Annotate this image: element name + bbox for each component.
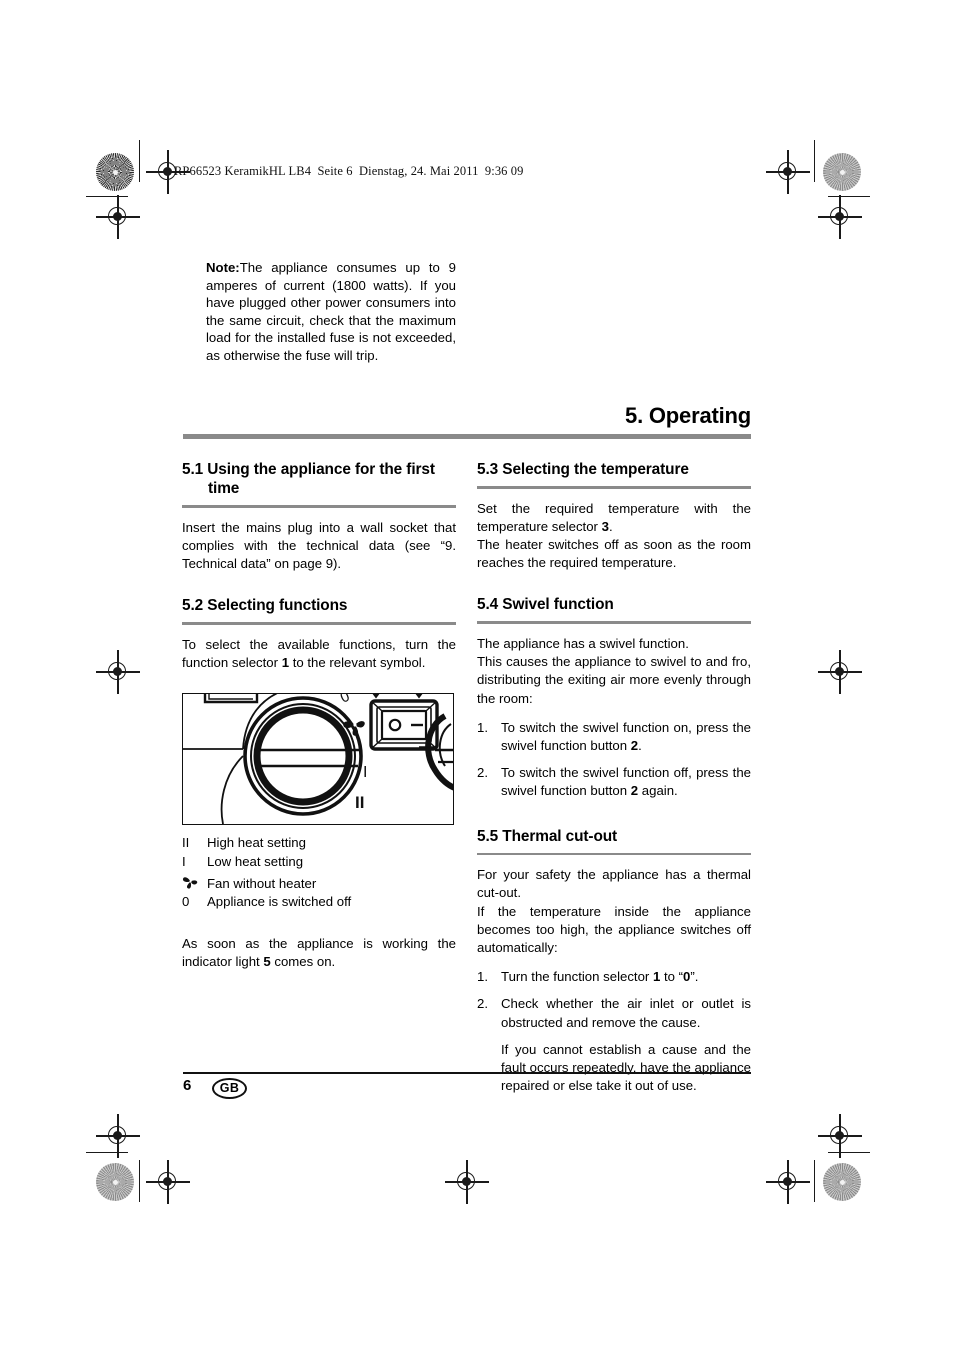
step-5-4-2-part2: again. <box>638 783 678 799</box>
step-5-5-trailing: If you cannot establish a cause and the … <box>477 1041 751 1096</box>
step-5-4-1-part2: . <box>638 738 642 754</box>
note-text: The appliance consumes up to 9 amperes o… <box>206 260 456 363</box>
section-5-2-closing-part2: comes on. <box>270 954 336 970</box>
section-5-2-number: 5.2 <box>182 597 204 615</box>
control-panel-figure: 0 I II <box>182 693 454 826</box>
section-5-3-p1: Set the required temperature with the te… <box>477 500 751 536</box>
indicator-light-ref: 5 <box>263 954 271 970</box>
page-content: Note:The appliance consumes up to 9 ampe… <box>0 0 954 1351</box>
section-5-2-intro-part2: to the relevant symbol. <box>289 655 426 670</box>
legend-text-fan: Fan without heater <box>207 876 317 892</box>
legend-text-high-heat: High heat setting <box>207 835 306 851</box>
language-badge: GB <box>212 1078 247 1099</box>
section-5-4-p1: The appliance has a swivel function. <box>477 636 689 651</box>
function-selector-ref: 1 <box>281 655 290 670</box>
section-5-3-p2: The heater switches off as soon as the r… <box>477 537 751 571</box>
section-heading-5-5: 5.5 Thermal cut-out <box>477 827 751 846</box>
section-5-4-title: Swivel function <box>502 596 614 614</box>
section-5-5-steps: 1. Turn the function selector 1 to “0”. 2… <box>477 968 751 1095</box>
temperature-selector-ref: 3 <box>601 518 609 534</box>
section-heading-5-4: 5.4 Swivel function <box>477 595 751 614</box>
section-5-3-p1-part2: . <box>608 518 613 534</box>
legend-item-low-heat: I Low heat setting <box>182 853 456 871</box>
footer-rule <box>183 1072 751 1075</box>
section-heading-5-1: 5.1 Using the appliance for the first ti… <box>182 460 456 498</box>
section-5-4-p2: This causes the appliance to swivel to a… <box>477 654 751 706</box>
step-5-5-2-number: 2. <box>477 996 488 1012</box>
legend-key-II: II <box>182 835 190 851</box>
section-heading-5-3: 5.3 Selecting the temperature <box>477 460 751 479</box>
page-number: 6 <box>183 1077 192 1094</box>
chapter-rule <box>183 434 751 439</box>
section-5-1-body: Insert the mains plug into a wall socket… <box>182 519 456 571</box>
section-5-1-rule <box>182 505 456 508</box>
section-5-4-steps: 1. To switch the swivel function on, pres… <box>477 719 751 801</box>
right-column: 5.3 Selecting the temperature Set the re… <box>477 460 751 1104</box>
step-5-4-2: 2. To switch the swivel function off, pre… <box>477 764 751 800</box>
step-5-4-1-number: 1. <box>477 719 488 735</box>
swivel-button-ref-2: 2 <box>630 783 639 799</box>
legend-text-low-heat: Low heat setting <box>207 853 304 869</box>
legend-item-fan: Fan without heater <box>182 871 456 893</box>
fan-icon <box>182 873 207 890</box>
dial-label-I: I <box>363 764 367 781</box>
step-5-4-1-part1: To switch the swivel function on, press … <box>501 719 751 754</box>
section-5-1-number: 5.1 <box>182 461 204 478</box>
section-heading-5-2: 5.2 Selecting functions <box>182 596 456 615</box>
step-5-5-1-part2: to “ <box>660 969 684 985</box>
figure-legend: II High heat setting I Low heat setting … <box>182 834 456 912</box>
step-5-5-2-part1: Check whether the air inlet or outlet is… <box>501 996 751 1030</box>
note-block: Note:The appliance consumes up to 9 ampe… <box>206 259 456 365</box>
section-5-2-rule <box>182 622 456 625</box>
legend-item-off: 0 Appliance is switched off <box>182 893 456 911</box>
step-5-5-1-part3: ”. <box>690 969 699 985</box>
step-5-5-2: 2. Check whether the air inlet or outlet … <box>477 995 751 1031</box>
chapter-title: 5. Operating <box>625 403 751 428</box>
legend-text-off: Appliance is switched off <box>207 894 352 910</box>
swivel-button-ref-1: 2 <box>630 738 639 754</box>
legend-key-I: I <box>182 853 186 869</box>
note-label: Note: <box>206 260 240 275</box>
section-5-5-title: Thermal cut-out <box>502 827 618 845</box>
section-5-3-p1-part1: Set the required temperature with the te… <box>477 500 751 534</box>
step-5-5-1: 1. Turn the function selector 1 to “0”. <box>477 968 751 986</box>
step-5-5-1-number: 1. <box>477 969 488 985</box>
section-5-3-title: Selecting the temperature <box>502 461 689 478</box>
section-5-5-p2: If the temperature inside the appliance … <box>477 903 751 956</box>
section-5-1-title-line1: Using the appliance for the first <box>207 461 435 478</box>
section-5-2-title: Selecting functions <box>207 597 348 615</box>
section-5-5-number: 5.5 <box>477 827 499 845</box>
section-5-2-closing: As soon as the appliance is working the … <box>182 935 456 971</box>
step-5-4-2-part1: To switch the swivel function off, press… <box>501 765 751 799</box>
step-5-4-2-number: 2. <box>477 765 488 781</box>
section-5-1-title-line2: time <box>208 480 240 497</box>
left-column: 5.1 Using the appliance for the first ti… <box>182 460 456 971</box>
section-5-5-rule <box>477 852 751 856</box>
dial-label-0: 0 <box>338 694 353 707</box>
section-5-4-number: 5.4 <box>477 596 499 614</box>
step-5-5-1-part1: Turn the function selector <box>501 969 653 985</box>
legend-item-high-heat: II High heat setting <box>182 834 456 852</box>
section-5-2-intro: To select the available functions, turn … <box>182 636 456 672</box>
section-5-3-number: 5.3 <box>477 461 499 478</box>
step-5-5-trailing-text: If you cannot establish a cause and the … <box>501 1041 751 1094</box>
control-panel-drawing: 0 I II <box>183 694 453 825</box>
dial-label-II: II <box>355 793 364 812</box>
step-5-4-1: 1. To switch the swivel function on, pres… <box>477 719 751 755</box>
section-5-4-rule <box>477 621 751 624</box>
section-5-5-p1: For your safety the appliance has a ther… <box>477 867 751 901</box>
section-5-3-rule <box>477 486 751 489</box>
legend-key-0: 0 <box>182 894 190 910</box>
